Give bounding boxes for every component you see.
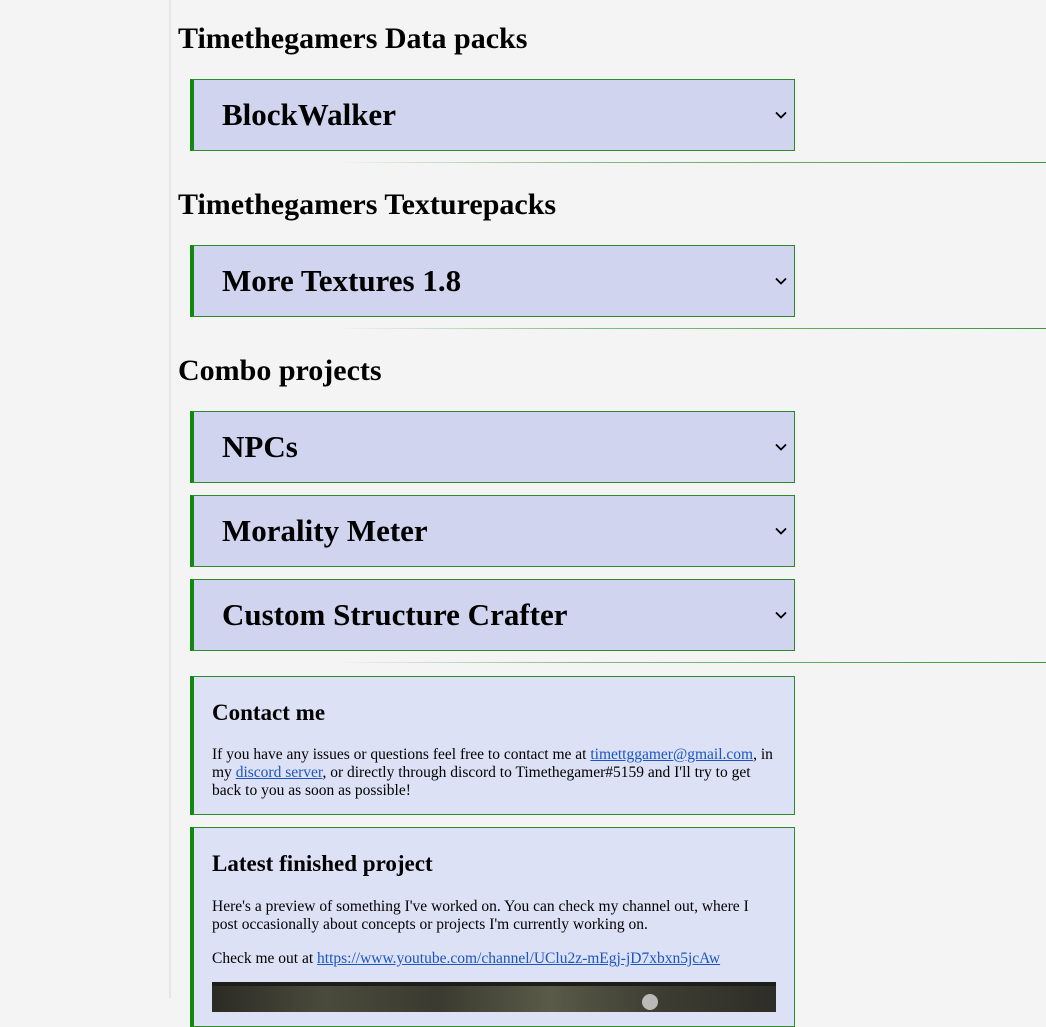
left-border-rule (169, 0, 171, 998)
dropdown-label: More Textures 1.8 (222, 263, 462, 298)
contact-card: Contact me If you have any issues or que… (190, 676, 795, 815)
dropdown-label: Morality Meter (222, 513, 428, 548)
dropdown-label: Custom Structure Crafter (222, 597, 568, 632)
latest-project-description: Here's a preview of something I've worke… (212, 898, 749, 933)
video-title-bar (212, 982, 776, 986)
dropdown-morality-meter[interactable]: Morality Meter (190, 495, 795, 567)
video-preview[interactable] (212, 982, 776, 1012)
email-link[interactable]: timettggamer@gmail.com (590, 746, 753, 763)
checkout-line: Check me out at https://www.youtube.com/… (212, 950, 777, 968)
chevron-down-icon (775, 527, 787, 535)
contact-title: Contact me (212, 700, 326, 725)
discord-server-link[interactable]: discord server (236, 764, 323, 781)
chevron-down-icon (775, 443, 787, 451)
section-heading-texturepacks: Timethegamers Texturepacks (178, 188, 557, 221)
chevron-down-icon (775, 111, 787, 119)
checkout-text: Check me out at (212, 950, 318, 967)
chevron-down-icon (775, 611, 787, 619)
dropdown-custom-structure-crafter[interactable]: Custom Structure Crafter (190, 579, 795, 651)
latest-project-title: Latest finished project (212, 851, 433, 876)
dropdown-label: NPCs (222, 429, 298, 464)
dropdown-npcs[interactable]: NPCs (190, 411, 795, 483)
contact-text: If you have any issues or questions feel… (212, 746, 777, 800)
section-divider (336, 662, 1046, 663)
youtube-channel-link[interactable]: https://www.youtube.com/channel/UClu2z-m… (317, 950, 720, 967)
play-icon (642, 994, 658, 1010)
dropdown-blockwalker[interactable]: BlockWalker (190, 79, 795, 151)
dropdown-label: BlockWalker (222, 97, 396, 132)
section-heading-datapacks: Timethegamers Data packs (178, 22, 528, 55)
dropdown-more-textures[interactable]: More Textures 1.8 (190, 245, 795, 317)
chevron-down-icon (775, 277, 787, 285)
contact-text-1: If you have any issues or questions feel… (212, 746, 591, 763)
section-divider (336, 162, 1046, 163)
latest-project-card: Latest finished project Here's a preview… (190, 827, 795, 1027)
section-divider (336, 328, 1046, 329)
section-heading-combo: Combo projects (178, 354, 382, 387)
